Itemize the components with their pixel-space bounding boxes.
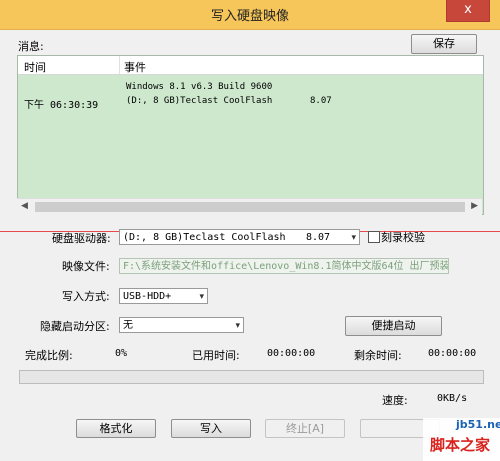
hide-partition-label: 隐藏启动分区:	[40, 320, 110, 333]
title-bar: 写入硬盘映像 x	[0, 0, 500, 30]
scroll-left-icon[interactable]: ◀	[21, 201, 28, 211]
close-button[interactable]: x	[446, 0, 490, 22]
write-mode-select[interactable]: USB-HDD+ ▾	[119, 288, 208, 304]
message-log[interactable]: 时间 事件 下午 06:30:39 Windows 8.1 v6.3 Build…	[17, 55, 484, 215]
write-mode-value: USB-HDD+	[123, 291, 172, 302]
log-row-event-line1: Windows 8.1 v6.3 Build 9600	[126, 82, 273, 92]
completion-value: 0%	[115, 348, 128, 359]
speed-label: 速度:	[382, 394, 408, 407]
hide-partition-value: 无	[123, 320, 133, 331]
hide-partition-select[interactable]: 无 ▾	[119, 317, 244, 333]
chevron-down-icon: ▾	[199, 292, 204, 302]
remaining-label: 剩余时间:	[354, 349, 402, 362]
chevron-down-icon: ▾	[235, 321, 240, 331]
completion-label: 完成比例:	[25, 349, 73, 362]
format-button[interactable]: 格式化	[76, 419, 156, 438]
log-row-event-size: 8.07	[310, 96, 332, 106]
write-button[interactable]: 写入	[171, 419, 251, 438]
log-row-event-line2: (D:, 8 GB)Teclast CoolFlash	[126, 96, 273, 106]
drive-select[interactable]: (D:, 8 GB)Teclast CoolFlash 8.07 ▾	[119, 229, 360, 245]
quick-boot-button[interactable]: 便捷启动	[345, 316, 442, 336]
elapsed-value: 00:00:00	[267, 348, 316, 359]
speed-value: 0KB/s	[437, 393, 468, 404]
verify-checkbox[interactable]	[368, 231, 380, 243]
elapsed-label: 已用时间:	[192, 349, 240, 362]
chevron-down-icon: ▾	[351, 233, 356, 243]
watermark-site: jb51.net	[456, 418, 500, 431]
log-header: 时间 事件	[18, 56, 483, 75]
column-divider	[119, 56, 120, 74]
scroll-right-icon[interactable]: ▶	[471, 201, 478, 211]
log-row-time: 下午 06:30:39	[24, 100, 99, 111]
image-file-field[interactable]: F:\系统安装文件和office\Lenovo_Win8.1简体中文版64位 出…	[119, 258, 449, 274]
drive-label: 硬盘驱动器:	[52, 232, 111, 245]
write-mode-label: 写入方式:	[62, 290, 110, 303]
window-title: 写入硬盘映像	[210, 9, 289, 24]
log-horizontal-scrollbar[interactable]: ◀ ▶	[17, 198, 482, 215]
column-header-event[interactable]: 事件	[124, 59, 146, 75]
watermark-logo: 脚本之家	[430, 436, 491, 454]
save-button[interactable]: 保存	[411, 34, 477, 54]
terminate-button[interactable]: 终止[A]	[265, 419, 345, 438]
column-header-time[interactable]: 时间	[24, 59, 46, 75]
progress-bar	[19, 370, 484, 384]
drive-select-size: 8.07	[306, 232, 331, 243]
drive-select-value: (D:, 8 GB)Teclast CoolFlash	[123, 232, 286, 243]
remaining-value: 00:00:00	[428, 348, 477, 359]
image-file-label: 映像文件:	[62, 260, 110, 273]
verify-label[interactable]: 刻录校验	[381, 229, 425, 245]
messages-label: 消息:	[18, 40, 44, 53]
scroll-thumb[interactable]	[35, 202, 465, 212]
